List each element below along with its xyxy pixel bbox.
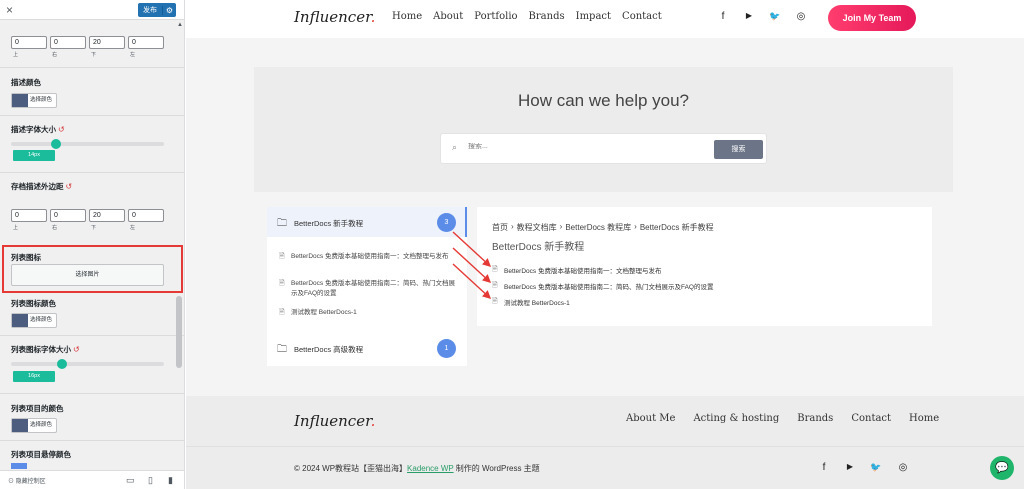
hide-controls-button[interactable]: ⊙ 隐藏控制区 bbox=[8, 476, 46, 485]
archive-margin-label: 存档描述外边距 bbox=[11, 182, 64, 191]
close-icon[interactable]: × bbox=[6, 3, 13, 17]
color-button-label: 选择颜色 bbox=[30, 317, 53, 323]
padding-label: 右 bbox=[52, 52, 58, 58]
scroll-up-icon[interactable]: ▲ bbox=[177, 22, 183, 28]
margin-label: 右 bbox=[52, 225, 58, 231]
color-button-label: 选择颜色 bbox=[30, 422, 53, 428]
arrow-2 bbox=[452, 247, 492, 283]
logo-text: Influencer bbox=[294, 412, 371, 430]
tablet-icon[interactable]: ▯ bbox=[148, 475, 153, 486]
divider bbox=[0, 335, 184, 336]
padding-top-input[interactable]: 0 bbox=[11, 36, 47, 49]
margin-label: 左 bbox=[130, 225, 136, 231]
sidebar-scrollbar[interactable] bbox=[176, 296, 182, 368]
list-item-color-button[interactable]: 选择颜色 bbox=[11, 418, 57, 433]
footer-nav-home[interactable]: Home bbox=[909, 413, 939, 424]
padding-inputs: 0 0 20 0 bbox=[11, 36, 165, 49]
reset-icon[interactable]: ↺ bbox=[58, 125, 65, 134]
copyright-suffix: 制作的 WordPress 主题 bbox=[453, 464, 540, 473]
publish-label[interactable]: 发布 bbox=[138, 5, 162, 15]
desc-font-size-slider[interactable] bbox=[11, 139, 164, 149]
list-item-hover-color-title: 列表项目悬停颜色 bbox=[11, 450, 71, 459]
divider bbox=[0, 172, 184, 173]
copyright-text: © 2024 WP教程站【歪猫出海】 bbox=[294, 464, 408, 473]
facebook-icon[interactable]: f bbox=[818, 462, 830, 473]
footer-nav: About Me Acting & hosting Brands Contact… bbox=[626, 413, 939, 424]
margin-inputs: 0 0 20 0 bbox=[11, 209, 165, 222]
publish-button[interactable]: 发布 ⚙ bbox=[138, 3, 176, 17]
footer-nav-brands[interactable]: Brands bbox=[797, 413, 833, 424]
desc-font-size-title: 描述字体大小 ↺ bbox=[11, 124, 65, 135]
footer-nav-acting-hosting[interactable]: Acting & hosting bbox=[693, 413, 779, 424]
arrow-3 bbox=[452, 263, 492, 299]
list-item-color-title: 列表项目的颜色 bbox=[11, 404, 64, 413]
list-icon-title: 列表图标 bbox=[11, 253, 41, 262]
slider-value: 14px bbox=[13, 150, 55, 161]
hide-controls-label: 隐藏控制区 bbox=[15, 479, 46, 485]
padding-label: 左 bbox=[130, 52, 136, 58]
list-icon-font-size-slider[interactable] bbox=[11, 359, 164, 369]
slider-knob[interactable] bbox=[51, 139, 61, 149]
list-icon-color-button[interactable]: 选择颜色 bbox=[11, 313, 57, 328]
divider bbox=[0, 115, 184, 116]
footer-nav-contact[interactable]: Contact bbox=[851, 413, 891, 424]
sidebar-footer: ⊙ 隐藏控制区 ▭ ▯ ▮ bbox=[0, 470, 184, 489]
list-icon-color-title: 列表图标颜色 bbox=[11, 299, 56, 308]
footer-logo[interactable]: Influencer. bbox=[294, 412, 375, 430]
color-swatch[interactable] bbox=[11, 463, 27, 469]
padding-label: 上 bbox=[13, 52, 19, 58]
youtube-icon[interactable]: ▶ bbox=[844, 462, 856, 471]
color-button-label: 选择颜色 bbox=[30, 97, 53, 103]
twitter-icon[interactable]: 🐦 bbox=[870, 462, 882, 473]
desc-color-button[interactable]: 选择颜色 bbox=[11, 93, 57, 108]
footer-nav-about-me[interactable]: About Me bbox=[626, 413, 675, 424]
margin-label: 上 bbox=[13, 225, 19, 231]
archive-margin-title: 存档描述外边距 ↺ bbox=[11, 181, 72, 192]
divider bbox=[0, 440, 184, 441]
padding-label: 下 bbox=[91, 52, 97, 58]
margin-left-input[interactable]: 0 bbox=[128, 209, 164, 222]
list-icon-font-size-title: 列表图标字体大小 ↺ bbox=[11, 344, 80, 355]
margin-top-input[interactable]: 0 bbox=[11, 209, 47, 222]
slider-value: 16px bbox=[13, 371, 55, 382]
margin-label: 下 bbox=[91, 225, 97, 231]
padding-right-input[interactable]: 0 bbox=[50, 36, 86, 49]
copyright: © 2024 WP教程站【歪猫出海】Kadence WP 制作的 WordPre… bbox=[294, 463, 540, 474]
margin-bottom-input[interactable]: 20 bbox=[89, 209, 125, 222]
select-image-button[interactable]: 选择图片 bbox=[11, 264, 164, 286]
divider bbox=[0, 393, 184, 394]
color-swatch bbox=[12, 314, 28, 327]
color-swatch bbox=[12, 94, 28, 107]
reset-icon[interactable]: ↺ bbox=[73, 345, 80, 354]
padding-left-input[interactable]: 0 bbox=[128, 36, 164, 49]
padding-labels: 上 右 下 左 bbox=[11, 51, 165, 58]
instagram-icon[interactable]: ◎ bbox=[897, 462, 909, 473]
slider-knob[interactable] bbox=[57, 359, 67, 369]
logo-dot: . bbox=[370, 412, 376, 430]
color-swatch bbox=[12, 419, 28, 432]
margin-labels: 上 右 下 左 bbox=[11, 224, 165, 231]
desc-font-size-label: 描述字体大小 bbox=[11, 125, 56, 134]
list-icon-font-size-label: 列表图标字体大小 bbox=[11, 345, 71, 354]
reset-icon[interactable]: ↺ bbox=[66, 182, 73, 191]
arrow-1 bbox=[452, 231, 492, 267]
chat-icon[interactable]: 💬 bbox=[990, 456, 1014, 480]
site-footer bbox=[186, 396, 1024, 489]
sidebar-header: × 发布 ⚙ bbox=[0, 0, 184, 20]
desc-color-title: 描述颜色 bbox=[11, 78, 41, 87]
customizer-sidebar: × 发布 ⚙ ▲ 0 0 20 0 上 右 下 左 描述颜色 选择颜色 描述字体… bbox=[0, 0, 185, 489]
site-preview: Influencer. Home About Portfolio Brands … bbox=[186, 0, 1024, 489]
padding-bottom-input[interactable]: 20 bbox=[89, 36, 125, 49]
footer-divider bbox=[186, 446, 1024, 447]
kadence-link[interactable]: Kadence WP bbox=[407, 464, 454, 473]
divider bbox=[0, 67, 184, 68]
mobile-icon[interactable]: ▮ bbox=[168, 475, 173, 486]
desktop-icon[interactable]: ▭ bbox=[126, 475, 135, 486]
gear-icon[interactable]: ⚙ bbox=[162, 5, 176, 15]
margin-right-input[interactable]: 0 bbox=[50, 209, 86, 222]
